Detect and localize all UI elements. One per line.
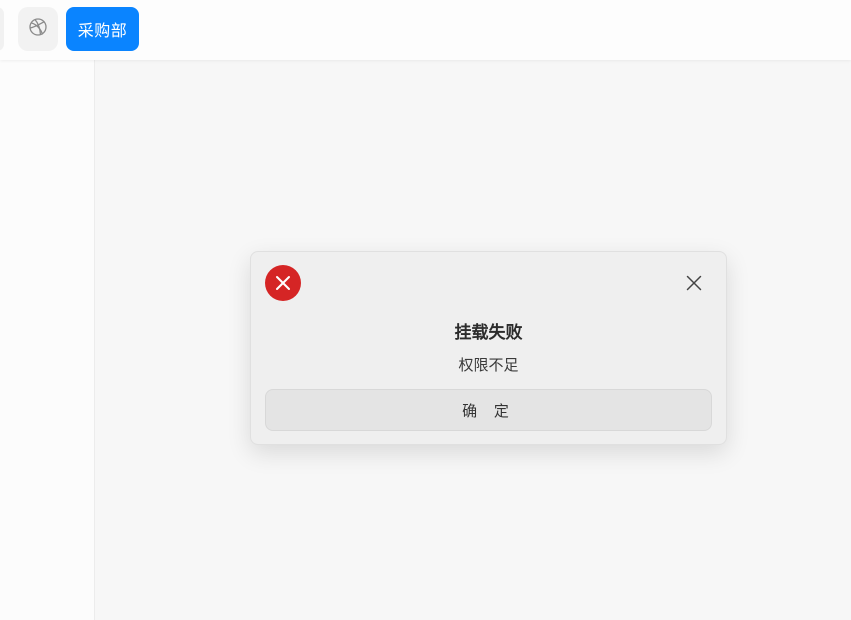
dialog-title: 挂载失败: [454, 323, 523, 343]
confirm-button[interactable]: 确 定: [265, 389, 712, 431]
partial-button[interactable]: [0, 7, 4, 51]
error-dialog: 挂载失败 权限不足 确 定: [250, 251, 727, 445]
department-button[interactable]: 采购部: [66, 7, 139, 51]
top-bar: 采购部: [0, 0, 851, 60]
dialog-message: 权限不足: [458, 356, 519, 374]
close-button[interactable]: [681, 272, 707, 298]
close-icon: [686, 275, 702, 295]
dribbble-icon: [28, 17, 48, 41]
globe-button[interactable]: [18, 7, 58, 51]
error-icon: [265, 265, 301, 301]
sidebar: [0, 60, 95, 620]
